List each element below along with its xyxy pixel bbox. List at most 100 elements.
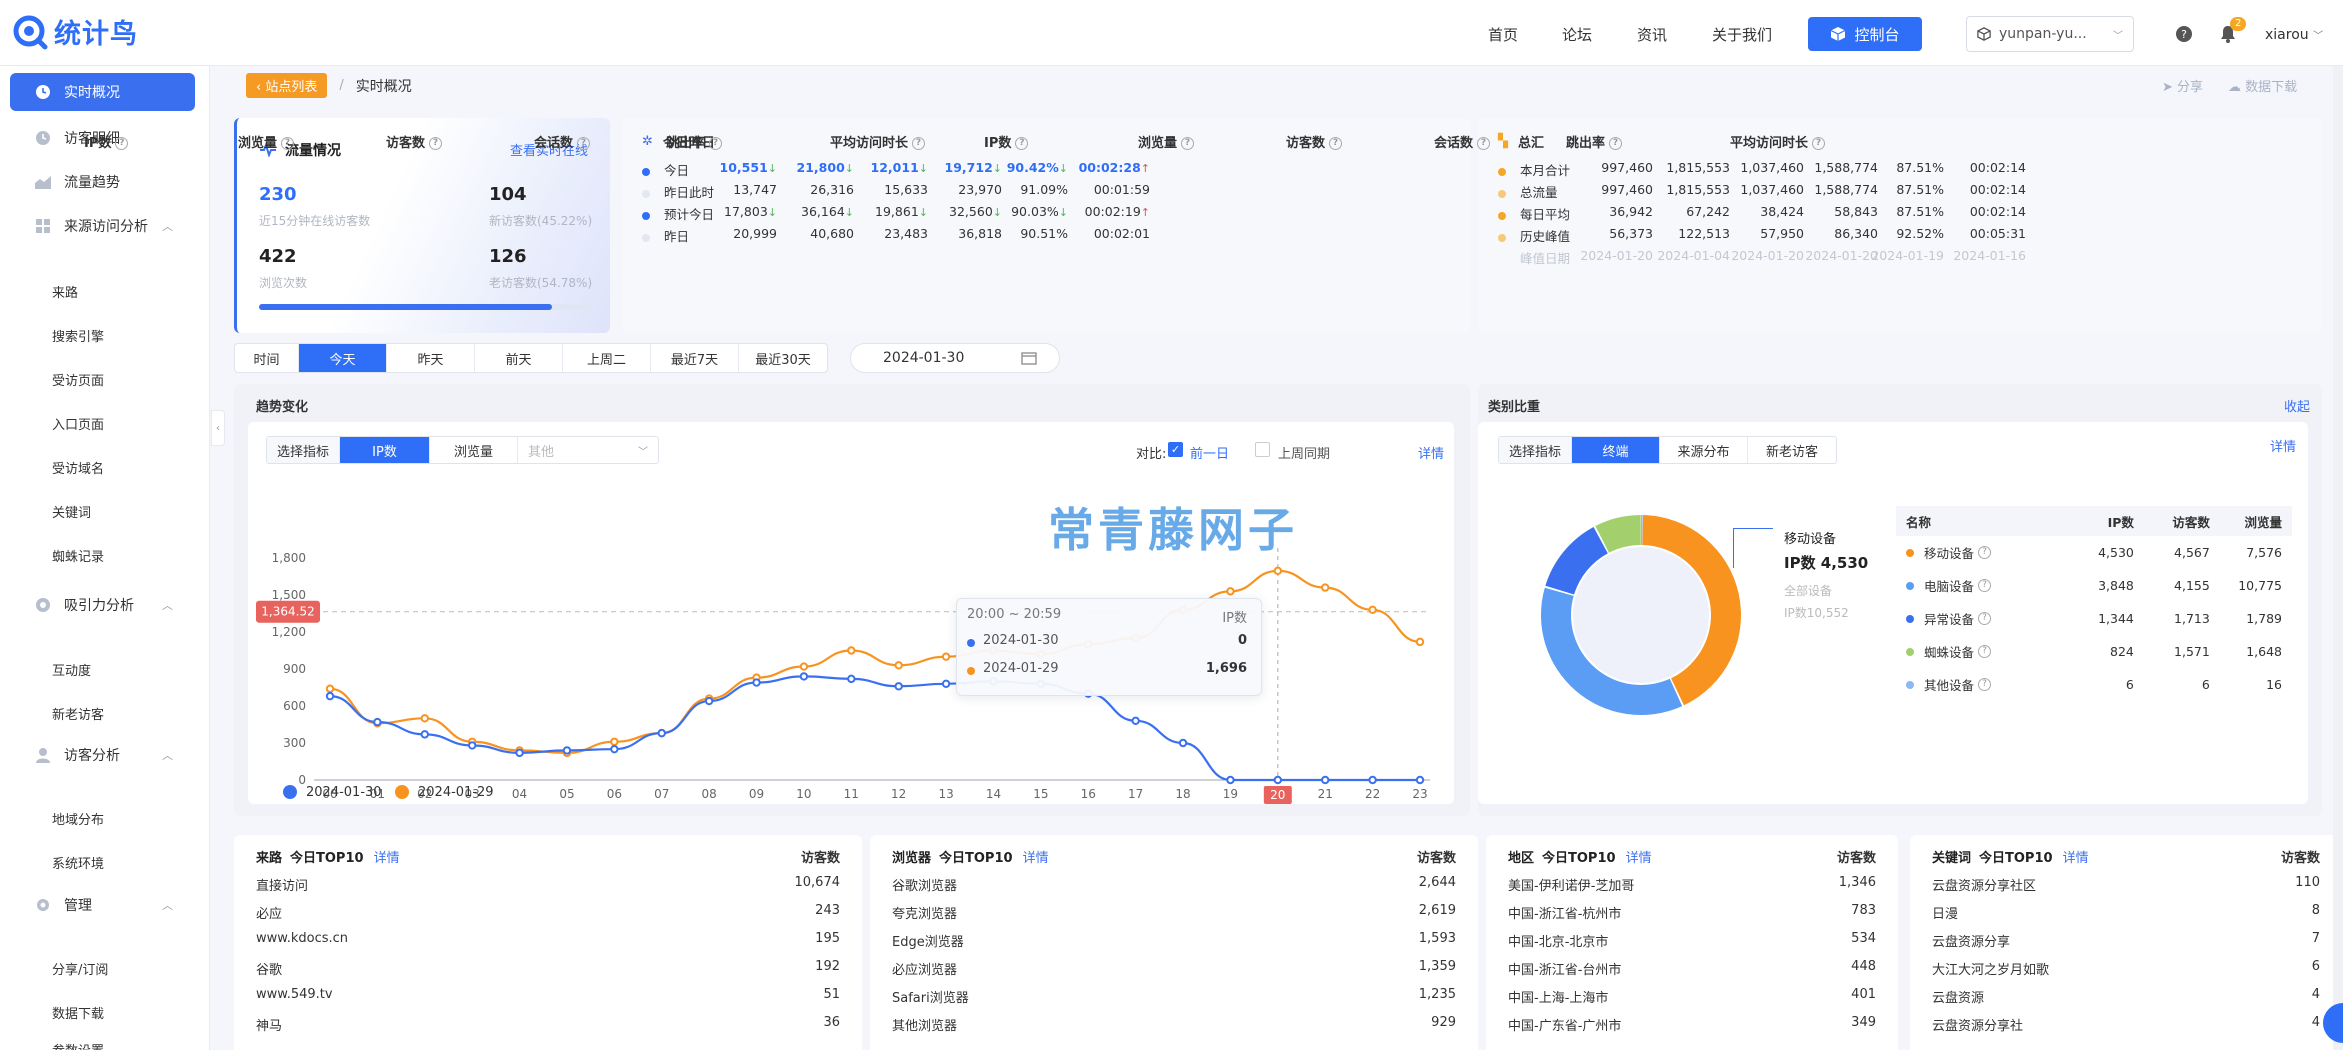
list-item[interactable]: www.kdocs.cn 195	[256, 931, 840, 946]
legend-label[interactable]: 2024-01-29	[418, 785, 494, 800]
help-icon[interactable]: ?	[429, 137, 443, 150]
device-name-cell: 其他设备?	[1906, 675, 2048, 694]
category-tab-source[interactable]: 来源分布	[1660, 437, 1749, 463]
sidebar-sub-item[interactable]: 分享/订阅	[52, 959, 108, 978]
panel-detail-link[interactable]: 详情	[1023, 851, 1049, 866]
sidebar-item-trend[interactable]: 流量趋势	[10, 163, 195, 201]
list-item[interactable]: 直接访问 10,674	[256, 875, 840, 894]
panel-detail-link[interactable]: 详情	[374, 851, 400, 866]
list-item[interactable]: 中国-北京-北京市 534	[1508, 931, 1876, 950]
time-tab[interactable]: 今天	[299, 344, 387, 372]
help-icon[interactable]: ?	[281, 137, 295, 150]
help-icon[interactable]: ?	[1329, 137, 1343, 150]
scrollbar[interactable]	[2333, 66, 2343, 1050]
sidebar-sub-item[interactable]: 参数设置	[52, 1040, 104, 1050]
time-tab[interactable]: 前天	[475, 344, 563, 372]
date-picker[interactable]: 2024-01-30	[850, 343, 1060, 373]
list-item[interactable]: 日漫 8	[1932, 903, 2320, 922]
list-item[interactable]: 谷歌浏览器 2,644	[892, 875, 1456, 894]
sidebar-sub-item[interactable]: 受访域名	[52, 458, 104, 477]
user-menu[interactable]: xiarou ﹀	[2265, 27, 2323, 43]
sidebar-group-manage[interactable]: 管理 ︿	[10, 886, 195, 924]
help-icon[interactable]: ?	[709, 137, 723, 150]
sidebar-collapse-handle[interactable]: ‹	[211, 410, 225, 446]
list-item[interactable]: 云盘资源分享 7	[1932, 931, 2320, 950]
help-icon[interactable]: ?	[1978, 645, 1992, 658]
list-item[interactable]: 云盘资源 4	[1932, 987, 2320, 1006]
list-item[interactable]: Edge浏览器 1,593	[892, 931, 1456, 950]
table-cell: 7,576	[2246, 545, 2282, 560]
list-item[interactable]: 必应 243	[256, 903, 840, 922]
panel-detail-link[interactable]: 详情	[2063, 851, 2089, 866]
list-item[interactable]: 云盘资源分享社 4	[1932, 1015, 2320, 1034]
help-icon[interactable]: ?	[1978, 678, 1992, 691]
sidebar-sub-item[interactable]: 蜘蛛记录	[52, 546, 104, 565]
list-item[interactable]: 神马 36	[256, 1015, 840, 1034]
share-button[interactable]: ➤ 分享	[2162, 76, 2203, 95]
back-to-site-list[interactable]: ‹ 站点列表	[246, 73, 328, 98]
time-tab[interactable]: 最近30天	[739, 344, 827, 372]
time-tab[interactable]: 昨天	[387, 344, 475, 372]
sidebar-sub-item[interactable]: 来路	[52, 282, 78, 301]
sidebar-group-source[interactable]: 来源访问分析 ︿	[10, 207, 195, 245]
help-icon[interactable]: ?	[1978, 612, 1992, 625]
sidebar-sub-item[interactable]: 互动度	[52, 660, 91, 679]
help-icon[interactable]: ?	[912, 137, 926, 150]
sidebar-sub-item[interactable]: 搜索引擎	[52, 326, 104, 345]
nav-forum[interactable]: 论坛	[1562, 24, 1592, 45]
list-item[interactable]: 云盘资源分享社区 110	[1932, 875, 2320, 894]
sidebar-sub-item[interactable]: 系统环境	[52, 853, 104, 872]
table-cell: 997,460	[1601, 182, 1653, 197]
sidebar-group-visitor[interactable]: 访客分析 ︿	[10, 736, 195, 774]
nav-home[interactable]: 首页	[1488, 24, 1518, 45]
notification-bell[interactable]: 2	[2220, 17, 2247, 47]
site-select[interactable]: yunpan-yu... ﹀	[1966, 16, 2134, 52]
list-item[interactable]: 中国-浙江省-台州市 448	[1508, 959, 1876, 978]
time-tab[interactable]: 上周二	[563, 344, 651, 372]
sidebar-sub-item[interactable]: 受访页面	[52, 370, 104, 389]
help-icon[interactable]: ?	[1978, 546, 1992, 559]
nav-news[interactable]: 资讯	[1637, 24, 1667, 45]
y-tick-label: 1,500	[272, 588, 306, 602]
nav-about[interactable]: 关于我们	[1712, 24, 1772, 45]
list-item[interactable]: 中国-浙江省-杭州市 783	[1508, 903, 1876, 922]
sidebar-group-attract[interactable]: 吸引力分析 ︿	[10, 586, 195, 624]
sidebar-sub-item[interactable]: 关键词	[52, 502, 91, 521]
help-icon[interactable]: ?	[1015, 137, 1029, 150]
sidebar-sub-item[interactable]: 入口页面	[52, 414, 104, 433]
help-icon[interactable]: ?	[1812, 137, 1826, 150]
list-item[interactable]: 大江大河之岁月如歌 6	[1932, 959, 2320, 978]
help-icon[interactable]: ?	[1978, 579, 1992, 592]
list-item[interactable]: 谷歌 192	[256, 959, 840, 978]
help-icon[interactable]: ?	[2175, 25, 2193, 43]
sidebar-sub-item[interactable]: 数据下载	[52, 1003, 104, 1022]
category-tab-terminal[interactable]: 终端	[1572, 437, 1661, 463]
category-tab-newold[interactable]: 新老访客	[1748, 437, 1836, 463]
list-item[interactable]: 其他浏览器 929	[892, 1015, 1456, 1034]
list-item[interactable]: www.549.tv 51	[256, 987, 840, 1002]
sidebar-item-realtime[interactable]: 实时概况	[10, 73, 195, 111]
category-detail-link[interactable]: 详情	[2270, 436, 2296, 455]
list-item[interactable]: 必应浏览器 1,359	[892, 959, 1456, 978]
sidebar-sub-item[interactable]: 新老访客	[52, 704, 104, 723]
donut-slice[interactable]	[1641, 515, 1643, 546]
list-item[interactable]: 中国-广东省-广州市 349	[1508, 1015, 1876, 1034]
list-item[interactable]: 美国-伊利诺伊-芝加哥 1,346	[1508, 875, 1876, 894]
legend-label[interactable]: 2024-01-30	[306, 785, 382, 800]
panel-detail-link[interactable]: 详情	[1626, 851, 1652, 866]
help-icon[interactable]: ?	[1609, 137, 1623, 150]
time-tab[interactable]: 最近7天	[651, 344, 739, 372]
help-icon[interactable]: ?	[577, 137, 591, 150]
download-button[interactable]: ☁ 数据下载	[2228, 76, 2297, 95]
help-icon[interactable]: ?	[1477, 137, 1491, 150]
panel-title: 地区 今日TOP10 详情	[1508, 847, 1652, 866]
collapse-link[interactable]: 收起	[2284, 396, 2310, 415]
help-icon[interactable]: ?	[115, 137, 129, 150]
logo[interactable]: 统计鸟	[12, 12, 138, 51]
console-button[interactable]: 控制台	[1808, 17, 1922, 51]
sidebar-sub-item[interactable]: 地域分布	[52, 809, 104, 828]
list-item[interactable]: 夸克浏览器 2,619	[892, 903, 1456, 922]
help-icon[interactable]: ?	[1181, 137, 1195, 150]
list-item[interactable]: Safari浏览器 1,235	[892, 987, 1456, 1006]
list-item[interactable]: 中国-上海-上海市 401	[1508, 987, 1876, 1006]
